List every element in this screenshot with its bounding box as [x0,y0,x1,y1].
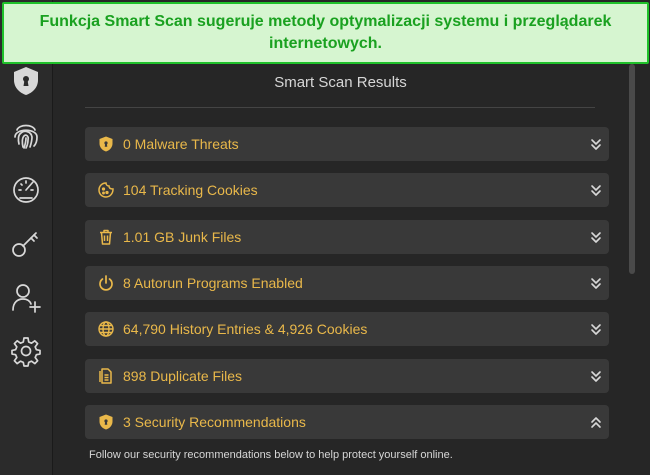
chevron-double-down-icon[interactable] [589,228,603,246]
sidebar-item-protection[interactable] [9,64,43,98]
globe-icon [95,318,117,340]
gear-icon [11,337,41,367]
page-title: Smart Scan Results [274,74,407,91]
result-history-entries[interactable]: 64,790 History Entries & 4,926 Cookies [85,312,609,346]
sidebar-item-performance[interactable] [9,172,43,206]
fingerprint-icon [14,124,38,149]
result-tracking-cookies[interactable]: 104 Tracking Cookies [85,173,609,207]
file-icon [95,365,117,387]
shield-icon [95,411,117,433]
power-icon [95,272,117,294]
chevron-double-down-icon[interactable] [589,320,603,338]
main-panel: Smart Scan Results 0 Malware Threats 104… [53,0,650,475]
trash-icon [95,226,117,248]
result-duplicate-files[interactable]: 898 Duplicate Files [85,359,609,393]
result-label: 64,790 History Entries & 4,926 Cookies [123,321,368,337]
result-junk-files[interactable]: 1.01 GB Junk Files [85,220,609,254]
chevron-double-down-icon[interactable] [589,181,603,199]
key-icon [12,232,38,257]
result-label: 898 Duplicate Files [123,368,243,384]
chevron-double-up-icon[interactable] [589,413,603,431]
shield-icon [14,67,38,95]
cookie-icon [95,179,117,201]
result-autorun-programs[interactable]: 8 Autorun Programs Enabled [85,266,609,300]
result-security-recommendations[interactable]: 3 Security Recommendations [85,405,609,439]
result-label: 0 Malware Threats [123,136,239,152]
recommendations-note: Follow our security recommendations belo… [89,449,453,461]
sidebar-item-passwords[interactable] [9,226,43,260]
result-label: 104 Tracking Cookies [123,182,258,198]
result-label: 8 Autorun Programs Enabled [123,275,303,291]
result-label: 1.01 GB Junk Files [123,229,242,245]
result-malware-threats[interactable]: 0 Malware Threats [85,127,609,161]
add-user-icon [12,284,41,313]
chevron-double-down-icon[interactable] [589,274,603,292]
scrollbar-thumb[interactable] [629,64,635,274]
sidebar [0,0,53,475]
sidebar-item-privacy[interactable] [9,118,43,152]
shield-icon [95,133,117,155]
caption-banner: Funkcja Smart Scan sugeruje metody optym… [2,2,649,64]
sidebar-item-settings[interactable] [9,334,43,368]
divider [85,107,595,108]
speedometer-icon [13,177,39,203]
sidebar-item-account[interactable] [9,280,43,314]
chevron-double-down-icon[interactable] [589,367,603,385]
caption-text: Funkcja Smart Scan sugeruje metody optym… [39,13,612,52]
result-label: 3 Security Recommendations [123,414,306,430]
chevron-double-down-icon[interactable] [589,135,603,153]
